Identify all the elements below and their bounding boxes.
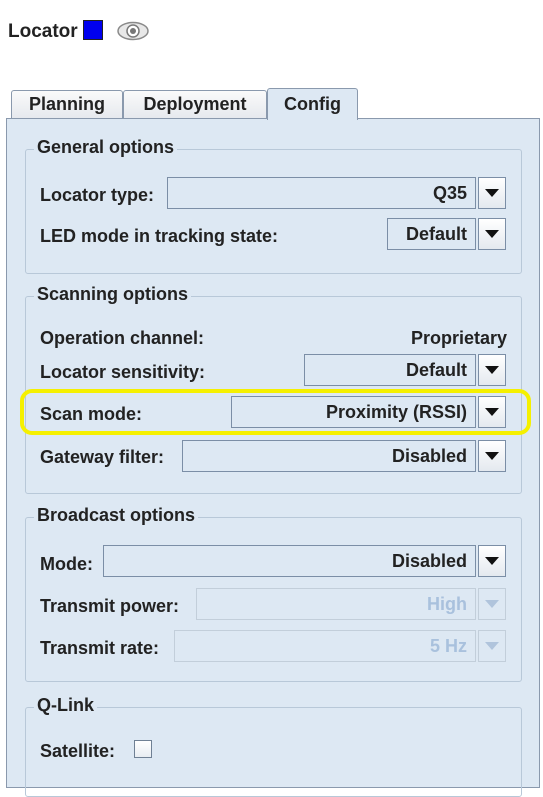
operation-channel-label: Operation channel: xyxy=(40,328,205,348)
color-swatch[interactable] xyxy=(83,20,103,40)
chevron-down-icon[interactable] xyxy=(478,354,506,386)
chevron-down-icon[interactable] xyxy=(478,545,506,577)
scan-mode-label: Scan mode: xyxy=(40,404,143,424)
eye-icon[interactable] xyxy=(117,21,149,41)
locator-type-combo[interactable]: Q35 xyxy=(167,177,506,209)
transmit-power-value: High xyxy=(196,588,476,620)
scanning-options-title: Scanning options xyxy=(34,284,191,305)
locator-sensitivity-label: Locator sensitivity: xyxy=(40,362,206,382)
broadcast-mode-label: Mode: xyxy=(40,554,93,574)
gateway-filter-value: Disabled xyxy=(182,440,476,472)
chevron-down-icon[interactable] xyxy=(478,177,506,209)
led-mode-value: Default xyxy=(387,218,476,250)
general-options-title: General options xyxy=(34,137,178,158)
q-link-title: Q-Link xyxy=(34,695,97,716)
tab-deployment-label: Deployment xyxy=(143,94,247,114)
satellite-checkbox[interactable] xyxy=(134,740,152,758)
locator-sensitivity-combo[interactable]: Default xyxy=(304,354,506,386)
gateway-filter-label: Gateway filter: xyxy=(40,447,165,467)
tab-planning[interactable]: Planning xyxy=(11,90,123,118)
transmit-power-combo: High xyxy=(196,588,506,620)
scan-mode-combo[interactable]: Proximity (RSSI) xyxy=(231,396,506,428)
broadcast-mode-value: Disabled xyxy=(103,545,476,577)
transmit-rate-label: Transmit rate: xyxy=(40,638,160,658)
chevron-down-icon[interactable] xyxy=(478,440,506,472)
gateway-filter-combo[interactable]: Disabled xyxy=(182,440,506,472)
broadcast-mode-combo[interactable]: Disabled xyxy=(103,545,506,577)
led-mode-combo[interactable]: Default xyxy=(387,218,506,250)
locator-type-label: Locator type: xyxy=(40,185,155,205)
scan-mode-value: Proximity (RSSI) xyxy=(231,396,476,428)
locator-sensitivity-value: Default xyxy=(304,354,476,386)
locator-type-value: Q35 xyxy=(167,177,476,209)
chevron-down-icon xyxy=(478,588,506,620)
transmit-rate-value: 5 Hz xyxy=(174,630,476,662)
satellite-label: Satellite: xyxy=(40,741,116,761)
chevron-down-icon[interactable] xyxy=(478,218,506,250)
operation-channel-value: Proprietary xyxy=(410,328,507,348)
chevron-down-icon[interactable] xyxy=(478,396,506,428)
chevron-down-icon xyxy=(478,630,506,662)
general-options-group: General options xyxy=(25,137,522,274)
locator-title: Locator xyxy=(8,21,78,42)
broadcast-options-title: Broadcast options xyxy=(34,505,199,526)
transmit-power-label: Transmit power: xyxy=(40,596,180,616)
led-mode-label: LED mode in tracking state: xyxy=(40,226,279,246)
tab-config[interactable]: Config xyxy=(267,88,358,120)
transmit-rate-combo: 5 Hz xyxy=(174,630,506,662)
tab-config-label: Config xyxy=(284,94,341,114)
tab-deployment[interactable]: Deployment xyxy=(123,90,267,118)
tab-planning-label: Planning xyxy=(29,94,105,114)
